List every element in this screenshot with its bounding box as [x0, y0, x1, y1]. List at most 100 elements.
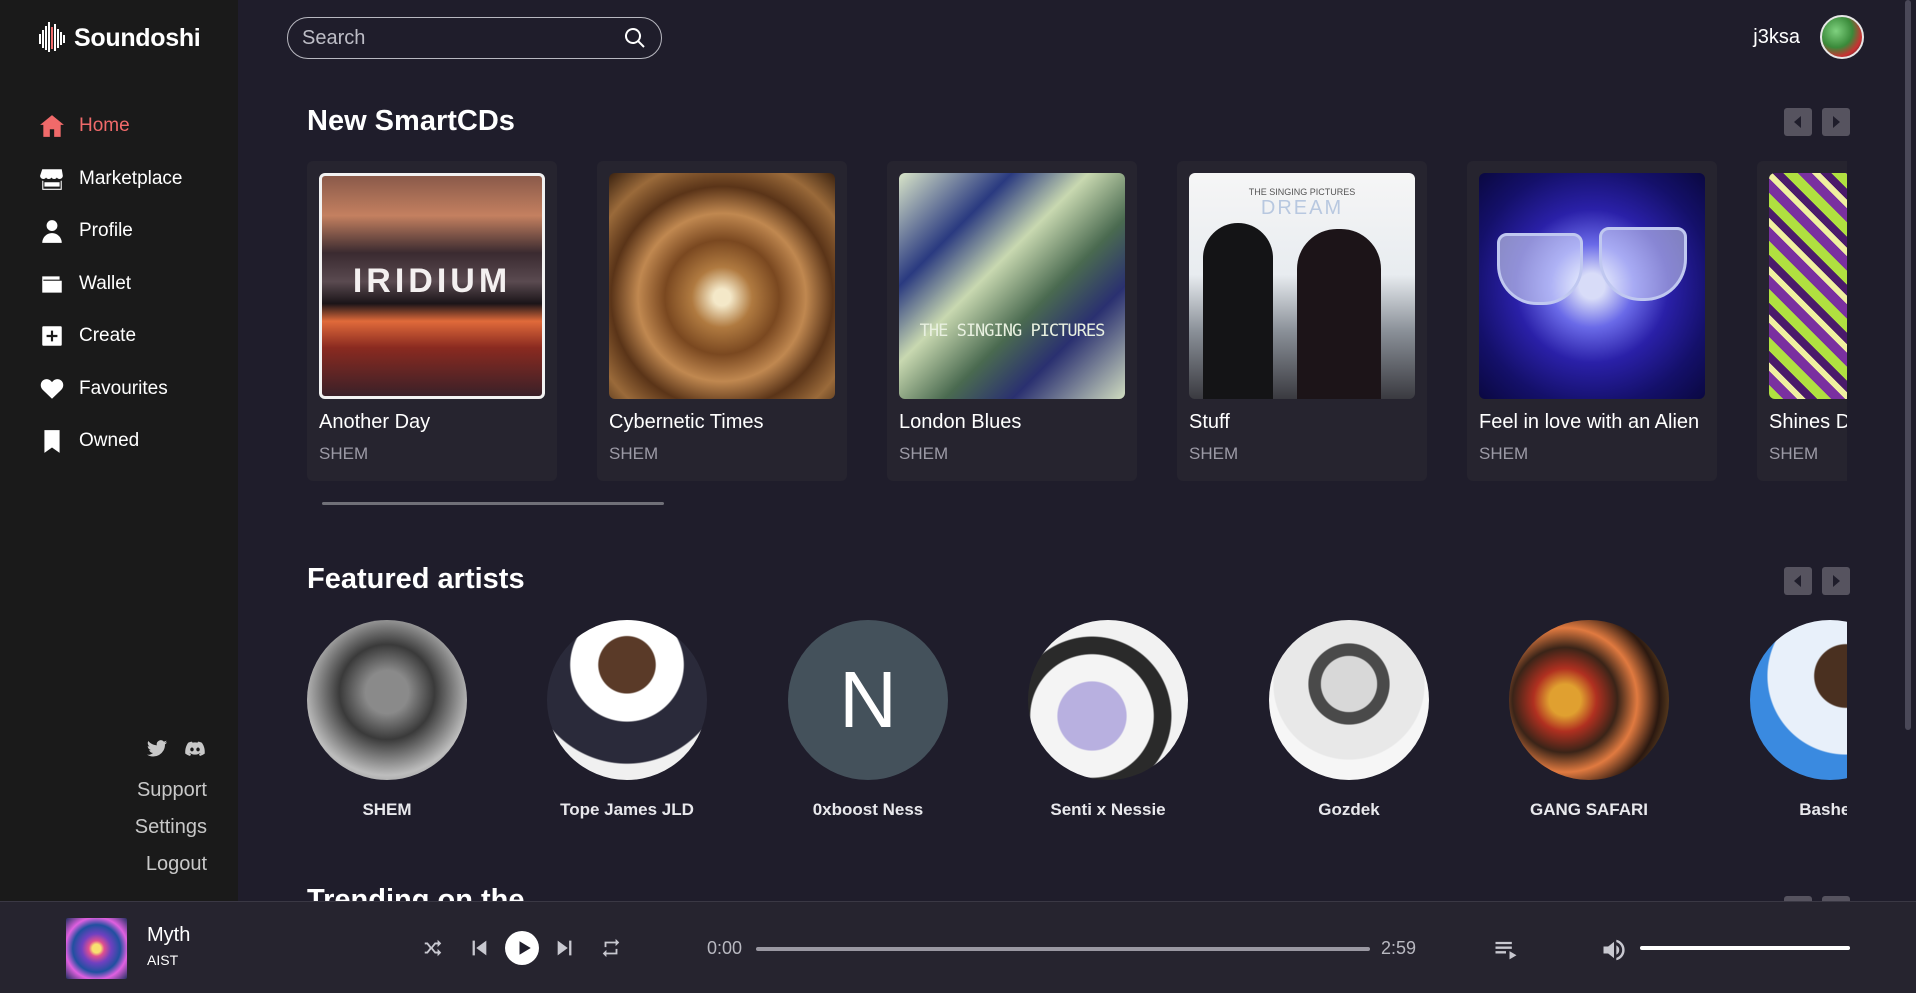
play-button-circle — [505, 931, 539, 965]
section-title-smartcds: New SmartCDs — [307, 105, 515, 137]
smartcd-card[interactable]: THE SINGING PICTURES London Blues SHEM — [887, 161, 1137, 481]
bookmark-icon — [38, 427, 66, 455]
logout-link[interactable]: Logout — [135, 846, 207, 883]
shuffle-button[interactable] — [410, 929, 456, 967]
scrollbar-thumb[interactable] — [1905, 0, 1911, 730]
sidebar-item-label: Favourites — [79, 377, 168, 399]
now-playing-cover[interactable] — [66, 918, 127, 979]
discord-icon[interactable] — [183, 738, 207, 760]
progress-bar[interactable] — [756, 947, 1370, 951]
artist-item[interactable]: N 0xboost Ness — [748, 620, 988, 820]
album-cover — [1479, 173, 1705, 399]
sidebar-item-label: Profile — [79, 220, 133, 242]
smartcds-carousel-arrows — [1784, 108, 1850, 136]
artist-avatar — [1750, 620, 1847, 780]
smartcd-card[interactable]: Cybernetic Times SHEM — [597, 161, 847, 481]
artist-item[interactable]: Tope James JLD — [507, 620, 747, 820]
sidebar-item-create[interactable]: Create — [38, 310, 183, 363]
sidebar-item-favourites[interactable]: Favourites — [38, 363, 183, 416]
artist-avatar — [1269, 620, 1429, 780]
settings-link[interactable]: Settings — [135, 809, 207, 846]
current-time: 0:00 — [707, 938, 743, 958]
previous-button[interactable] — [456, 929, 502, 967]
heart-icon — [38, 375, 66, 403]
carousel-next-button[interactable] — [1822, 108, 1850, 136]
logo[interactable]: Soundoshi — [38, 18, 201, 58]
artist-avatar — [307, 620, 467, 780]
album-cover — [609, 173, 835, 399]
carousel-clip — [1847, 161, 1902, 481]
sidebar-item-wallet[interactable]: Wallet — [38, 258, 183, 311]
carousel-scrollbar[interactable] — [322, 502, 664, 505]
skip-next-icon — [557, 940, 572, 956]
queue-button[interactable] — [1492, 936, 1520, 964]
caret-right-icon — [1833, 116, 1840, 128]
artist-item[interactable]: GANG SAFARI — [1469, 620, 1709, 820]
sidebar-item-marketplace[interactable]: Marketplace — [38, 153, 183, 206]
sidebar-item-label: Marketplace — [79, 167, 183, 189]
smartcd-card[interactable]: Feel in love with an Alien SHEM — [1467, 161, 1717, 481]
smartcd-card[interactable]: Shines D SHEM — [1757, 161, 1847, 481]
now-playing-title[interactable]: Myth — [147, 924, 190, 947]
search-icon[interactable] — [623, 26, 647, 50]
twitter-icon[interactable] — [145, 738, 169, 760]
app-root: Soundoshi Home Marketplace Profile Walle… — [0, 0, 1916, 993]
artist-item[interactable]: Senti x Nessie — [988, 620, 1228, 820]
smartcd-card[interactable]: IRIDIUM Another Day SHEM — [307, 161, 557, 481]
album-cover: THE SINGING PICTURES — [899, 173, 1125, 399]
artist-avatar — [1028, 620, 1188, 780]
artist-name: Gozdek — [1318, 800, 1380, 819]
sidebar-item-profile[interactable]: Profile — [38, 205, 183, 258]
sunglasses-right-lens — [1599, 227, 1687, 301]
player-bar: Myth AIST 0:00 2:59 — [0, 901, 1916, 993]
now-playing-artist[interactable]: AIST — [147, 952, 178, 968]
card-artist[interactable]: SHEM — [1189, 444, 1415, 464]
sidebar-item-label: Owned — [79, 430, 140, 452]
artist-initial: N — [839, 655, 897, 744]
home-icon — [38, 112, 66, 140]
play-button[interactable] — [502, 929, 542, 967]
next-button[interactable] — [542, 929, 588, 967]
album-cover-text: THE SINGING PICTURES — [919, 321, 1106, 341]
card-title: Cybernetic Times — [609, 411, 764, 433]
sidebar-item-owned[interactable]: Owned — [38, 415, 183, 468]
duration: 2:59 — [1381, 938, 1417, 958]
card-artist[interactable]: SHEM — [1769, 444, 1847, 464]
shuffle-icon — [424, 939, 442, 957]
card-artist[interactable]: SHEM — [1479, 444, 1705, 464]
card-artist[interactable]: SHEM — [319, 444, 545, 464]
card-artist[interactable]: SHEM — [609, 444, 835, 464]
album-cover — [1769, 173, 1847, 399]
album-cover-text: THE SINGING PICTURES — [1248, 187, 1356, 197]
avatar[interactable] — [1820, 15, 1864, 59]
sidebar-item-home[interactable]: Home — [38, 100, 183, 153]
section-title-next: Trending on the Market — [307, 888, 587, 902]
support-link[interactable]: Support — [135, 772, 207, 809]
smartcd-card[interactable]: THE SINGING PICTURES DREAM Stuff SHEM — [1177, 161, 1427, 481]
artist-item[interactable]: Gozdek — [1229, 620, 1469, 820]
volume-button[interactable] — [1600, 936, 1628, 964]
artist-item[interactable]: Basheg — [1710, 620, 1847, 820]
sidebar-item-label: Wallet — [79, 272, 132, 294]
volume-icon — [1603, 939, 1625, 961]
carousel-prev-button[interactable] — [1784, 567, 1812, 595]
search-bar — [287, 17, 662, 59]
sidebar-footer: Support Settings Logout — [135, 738, 207, 883]
card-title: Another Day — [319, 411, 431, 433]
user-icon — [38, 217, 66, 245]
sidebar-nav: Home Marketplace Profile Wallet Create F… — [38, 100, 183, 468]
artist-name: GANG SAFARI — [1529, 800, 1649, 819]
user-menu[interactable]: j3ksa — [1753, 15, 1864, 59]
vertical-scrollbar[interactable] — [1901, 0, 1916, 901]
sidebar: Soundoshi Home Marketplace Profile Walle… — [0, 0, 238, 901]
artist-avatar: N — [788, 620, 948, 780]
caret-right-icon — [1833, 575, 1840, 587]
artist-item[interactable]: SHEM — [307, 620, 507, 820]
search-input[interactable] — [302, 26, 623, 50]
card-artist[interactable]: SHEM — [899, 444, 1125, 464]
volume-fill — [1640, 946, 1850, 950]
carousel-prev-button[interactable] — [1784, 108, 1812, 136]
carousel-next-button[interactable] — [1822, 567, 1850, 595]
repeat-button[interactable] — [588, 929, 634, 967]
volume-slider[interactable] — [1640, 946, 1850, 950]
